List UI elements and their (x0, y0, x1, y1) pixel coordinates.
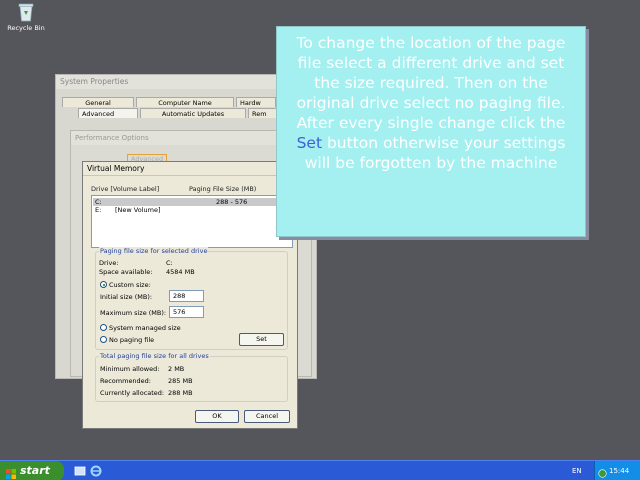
tab-computer-name[interactable]: Computer Name (136, 97, 234, 107)
tab-remote[interactable]: Rem (248, 108, 278, 118)
drive-label-text: Drive: (99, 259, 119, 267)
recycle-bin-label: Recycle Bin (7, 24, 45, 32)
note-set-highlight: Set (296, 134, 323, 152)
space-available-value: 4584 MB (166, 268, 195, 276)
drive-letter: E: (95, 206, 102, 214)
performance-options-title: Performance Options (71, 131, 311, 145)
currently-allocated-value: 288 MB (168, 389, 193, 397)
tab-general[interactable]: General (62, 97, 134, 107)
currently-allocated-label: Currently allocated: (100, 389, 165, 397)
recommended-label: Recommended: (100, 377, 151, 385)
virtual-memory-dialog: Virtual Memory ? Drive [Volume Label] Pa… (82, 161, 298, 429)
maximum-size-label: Maximum size (MB): (100, 309, 167, 317)
no-paging-label[interactable]: No paging file (109, 336, 154, 344)
minimum-allowed-label: Minimum allowed: (100, 365, 160, 373)
system-managed-radio[interactable] (100, 324, 107, 331)
system-tray: 15:44 (594, 461, 640, 480)
minimum-allowed-value: 2 MB (168, 365, 185, 373)
tab-hardware[interactable]: Hardw (236, 97, 276, 107)
tab-advanced[interactable]: Advanced (78, 108, 138, 118)
start-button[interactable]: start (0, 461, 64, 480)
maximum-size-input[interactable]: 576 (169, 306, 204, 318)
taskbar: start EN 15:44 (0, 460, 640, 480)
selected-drive-group: Paging file size for selected drive Driv… (95, 247, 288, 350)
note-text-start: To change the location of the page file … (296, 34, 566, 132)
system-managed-label[interactable]: System managed size (109, 324, 181, 332)
recommended-value: 285 MB (168, 377, 193, 385)
instruction-note: To change the location of the page file … (276, 26, 586, 237)
set-button[interactable]: Set (239, 333, 284, 346)
language-indicator[interactable]: EN (572, 461, 582, 480)
cancel-button[interactable]: Cancel (244, 410, 290, 423)
drive-letter: C: (95, 198, 102, 206)
drive-column-header: Drive [Volume Label] (91, 185, 160, 193)
drive-row[interactable]: C: 288 - 576 (93, 198, 291, 206)
drive-row[interactable]: E: [New Volume] (93, 206, 291, 214)
recycle-bin-icon (15, 2, 37, 22)
initial-size-input[interactable]: 288 (169, 290, 204, 302)
show-desktop-icon[interactable] (74, 465, 86, 477)
ok-button[interactable]: OK (195, 410, 239, 423)
space-available-label: Space available: (99, 268, 153, 276)
selected-drive-group-label: Paging file size for selected drive (99, 247, 209, 255)
total-paging-group: Total paging file size for all drives Mi… (95, 352, 288, 402)
recycle-bin-desktop-icon[interactable]: Recycle Bin (4, 2, 48, 32)
drive-label: [New Volume] (115, 206, 161, 214)
clock[interactable]: 15:44 (609, 467, 629, 475)
drive-size: 288 - 576 (216, 198, 248, 206)
custom-size-label[interactable]: Custom size: (109, 281, 151, 289)
no-paging-radio[interactable] (100, 336, 107, 343)
tab-automatic-updates[interactable]: Automatic Updates (140, 108, 246, 118)
total-paging-group-label: Total paging file size for all drives (99, 352, 210, 360)
note-text-end: button otherwise your settings will be f… (304, 134, 566, 172)
initial-size-label: Initial size (MB): (100, 293, 153, 301)
tray-network-icon[interactable] (598, 466, 607, 480)
virtual-memory-title: Virtual Memory (83, 162, 297, 176)
drive-value: C: (166, 259, 173, 267)
size-column-header: Paging File Size (MB) (189, 185, 257, 193)
internet-explorer-icon[interactable] (90, 465, 102, 477)
custom-size-radio[interactable] (100, 281, 107, 288)
drive-list[interactable]: C: 288 - 576 E: [New Volume] (91, 195, 293, 248)
start-label: start (20, 464, 50, 477)
windows-logo-icon (6, 466, 16, 479)
